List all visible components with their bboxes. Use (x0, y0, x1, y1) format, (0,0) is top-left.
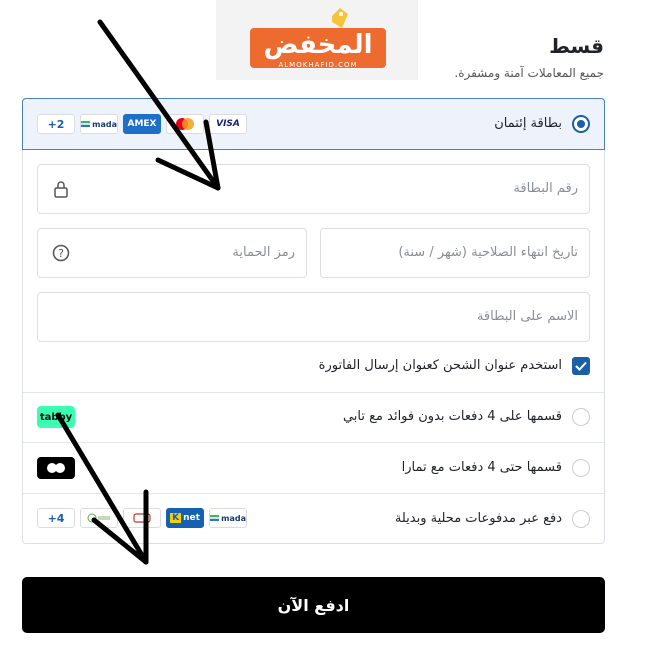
page-title: قسط (549, 34, 604, 58)
site-logo[interactable]: المخفض ALMOKHAFID.COM (216, 0, 418, 80)
option-local-payments-label[interactable]: دفع عبر مدفوعات محلية وبديلة (395, 511, 562, 526)
help-icon[interactable]: ? (52, 244, 70, 262)
price-tag-icon (332, 8, 348, 28)
umrah-pay-icon (80, 508, 118, 528)
logo-mark: المخفض ALMOKHAFID.COM (250, 28, 386, 69)
option-tabby-label[interactable]: قسمها على 4 دفعات بدون فوائد مع تابي (343, 409, 562, 424)
more-cards-badge: +2 (37, 114, 75, 134)
mada-icon: mada (209, 508, 247, 528)
radio-credit-card[interactable] (572, 115, 590, 133)
lock-icon (54, 181, 68, 198)
mada-icon: mada (80, 114, 118, 134)
tabby-logo: tabby (37, 406, 75, 428)
mastercard-icon (166, 114, 204, 134)
logo-text: المخفض (263, 30, 373, 60)
cvv-placeholder: رمز الحماية (232, 245, 295, 260)
radio-tamara[interactable] (572, 459, 590, 477)
pay-now-button[interactable]: ادفع الآن (22, 577, 605, 633)
divider (23, 442, 604, 443)
divider (23, 493, 604, 494)
billing-address-label: استخدم عنوان الشحن كعنوان إرسال الفاتورة (318, 358, 562, 373)
divider (23, 392, 604, 393)
security-note: جميع المعاملات آمنة ومشفرة. (454, 66, 604, 80)
card-number-placeholder: رقم البطاقة (513, 181, 578, 196)
stc-pay-icon (123, 508, 161, 528)
amex-icon: AMEX (123, 114, 161, 134)
more-methods-badge: +4 (37, 508, 75, 528)
checkmark-icon (575, 361, 587, 371)
knet-label: net (183, 513, 200, 523)
cardholder-name-placeholder: الاسم على البطاقة (476, 309, 578, 324)
knet-icon: Knet (166, 508, 204, 528)
card-number-field[interactable] (37, 164, 590, 214)
mada-label: mada (92, 119, 117, 129)
radio-tabby[interactable] (572, 408, 590, 426)
tamara-logo (37, 457, 75, 479)
expiry-placeholder: تاريخ انتهاء الصلاحية (شهر / سنة) (398, 245, 578, 260)
visa-icon: VISA (209, 114, 247, 134)
mada-label: mada (221, 513, 246, 523)
billing-address-checkbox[interactable] (572, 357, 590, 375)
option-credit-card-label: بطاقة إئتمان (494, 116, 562, 131)
logo-subtext: ALMOKHAFID.COM (278, 61, 358, 69)
radio-local-payments[interactable] (572, 510, 590, 528)
option-tamara-label[interactable]: قسمها حتى 4 دفعات مع تمارا (402, 460, 562, 475)
svg-text:?: ? (58, 247, 64, 260)
